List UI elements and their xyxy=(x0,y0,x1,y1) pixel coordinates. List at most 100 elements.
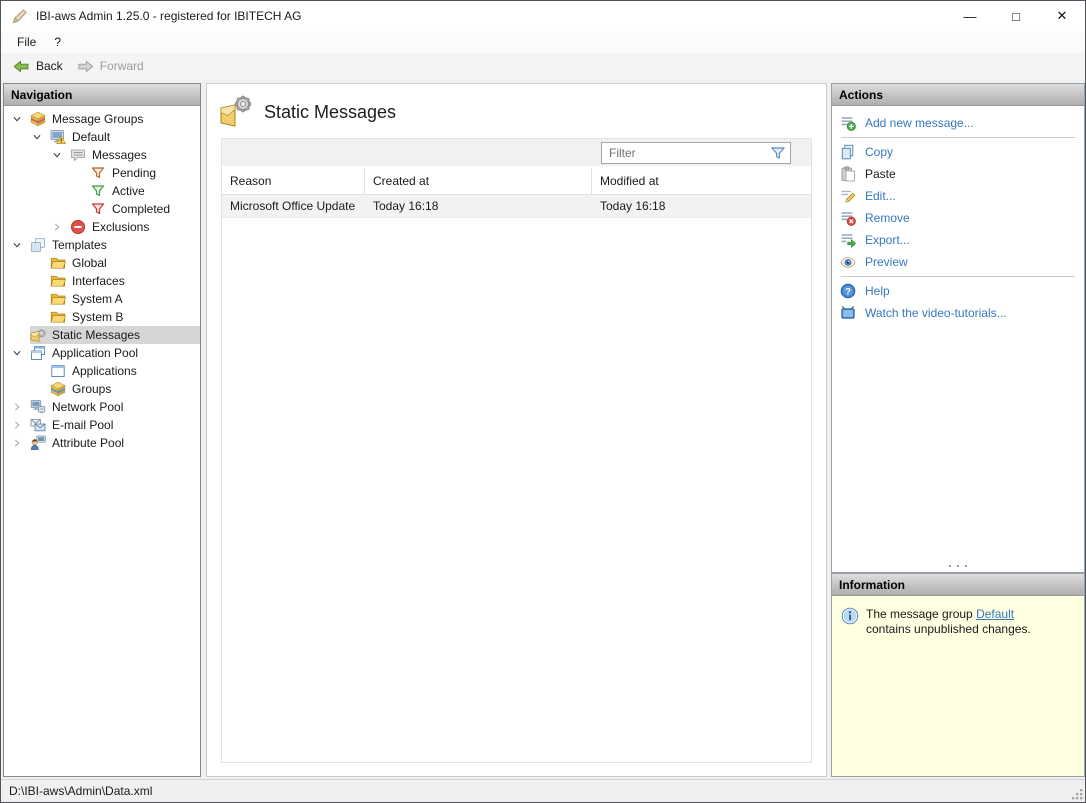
chevron-right-icon[interactable] xyxy=(10,436,30,450)
app-window: IBI-aws Admin 1.25.0 - registered for IB… xyxy=(0,0,1086,803)
tree-item-system-a[interactable]: System A xyxy=(10,290,200,308)
table-empty-area xyxy=(222,218,811,762)
window-title: IBI-aws Admin 1.25.0 - registered for IB… xyxy=(36,9,302,23)
minimize-button[interactable]: — xyxy=(947,1,993,31)
tree-item-pending[interactable]: Pending xyxy=(10,164,200,182)
network-pool-icon xyxy=(30,399,46,415)
forward-arrow-icon xyxy=(77,59,95,74)
filter-input[interactable] xyxy=(602,145,769,160)
column-header-created-at[interactable]: Created at xyxy=(365,168,592,194)
action-watch-the-video-tutorials[interactable]: Watch the video-tutorials... xyxy=(832,302,1084,324)
chevron-right-icon[interactable] xyxy=(10,400,30,414)
information-message: The message group Default contains unpub… xyxy=(866,607,1062,637)
menu-bar: File ? xyxy=(1,31,1085,53)
action-add-new-message[interactable]: Add new message... xyxy=(832,112,1084,134)
action-paste[interactable]: Paste xyxy=(832,163,1084,185)
application-pool-icon xyxy=(30,345,46,361)
tree-item-groups[interactable]: Groups xyxy=(10,380,200,398)
menu-help[interactable]: ? xyxy=(46,33,71,52)
tree-item-system-b[interactable]: System B xyxy=(10,308,200,326)
tree-item-body: Completed xyxy=(90,200,200,218)
chevron-down-icon[interactable] xyxy=(50,148,70,162)
table-body: Microsoft Office Update Today 16:18 Today … xyxy=(222,195,811,218)
tree-item-applications[interactable]: Applications xyxy=(10,362,200,380)
tree-item-body: E-mail Pool xyxy=(30,416,200,434)
tree-item-label: Application Pool xyxy=(52,346,139,360)
tree-item-label: Exclusions xyxy=(92,220,150,234)
tree-item-default[interactable]: Default xyxy=(10,128,200,146)
tree-item-label: Interfaces xyxy=(72,274,125,288)
navigation-header: Navigation xyxy=(4,84,200,106)
filter-funnel-icon[interactable] xyxy=(769,144,787,162)
chevron-down-icon[interactable] xyxy=(10,112,30,126)
action-edit[interactable]: Edit... xyxy=(832,185,1084,207)
chevron-down-icon[interactable] xyxy=(10,238,30,252)
status-bar: D:\IBI-aws\Admin\Data.xml xyxy=(1,779,1085,802)
chevron-right-icon[interactable] xyxy=(10,418,30,432)
tree-item-templates[interactable]: Templates xyxy=(10,236,200,254)
column-header-modified-at[interactable]: Modified at xyxy=(592,168,811,194)
tree-item-network-pool[interactable]: Network Pool xyxy=(10,398,200,416)
tree-item-label: Default xyxy=(72,130,111,144)
tree-item-body: Applications xyxy=(50,362,200,380)
application-icon xyxy=(50,363,66,379)
navigation-tree: Message Groups Default Messages Pending Acti… xyxy=(4,106,200,776)
tree-item-completed[interactable]: Completed xyxy=(10,200,200,218)
email-pool-icon xyxy=(30,417,46,433)
panel-splitter-handle[interactable] xyxy=(832,560,1084,572)
action-label: Copy xyxy=(865,145,894,159)
toolbar: Back Forward xyxy=(1,53,1085,80)
action-copy[interactable]: Copy xyxy=(832,141,1084,163)
chevron-right-icon[interactable] xyxy=(50,220,70,234)
tree-item-body: Pending xyxy=(90,164,200,182)
funnel-active-icon xyxy=(90,183,106,199)
folder-icon xyxy=(50,273,66,289)
tree-item-e-mail-pool[interactable]: E-mail Pool xyxy=(10,416,200,434)
tree-item-exclusions[interactable]: Exclusions xyxy=(10,218,200,236)
action-label: Help xyxy=(865,284,890,298)
action-label: Preview xyxy=(865,255,908,269)
action-remove[interactable]: Remove xyxy=(832,207,1084,229)
back-arrow-icon xyxy=(13,59,31,74)
copy-icon xyxy=(840,144,856,160)
tree-item-label: E-mail Pool xyxy=(52,418,114,432)
tree-item-body: Groups xyxy=(50,380,200,398)
forward-button[interactable]: Forward xyxy=(70,57,151,76)
tree-item-body: Messages xyxy=(70,146,200,164)
add-message-icon xyxy=(840,115,856,131)
action-preview[interactable]: Preview xyxy=(832,251,1084,273)
content-area: Navigation Message Groups Default Messages… xyxy=(1,79,1085,779)
tree-item-messages[interactable]: Messages xyxy=(10,146,200,164)
action-export[interactable]: Export... xyxy=(832,229,1084,251)
chevron-down-icon[interactable] xyxy=(30,130,50,144)
tree-item-interfaces[interactable]: Interfaces xyxy=(10,272,200,290)
maximize-button[interactable]: □ xyxy=(993,1,1039,31)
tree-item-message-groups[interactable]: Message Groups xyxy=(10,110,200,128)
tree-item-attribute-pool[interactable]: Attribute Pool xyxy=(10,434,200,452)
tree-item-global[interactable]: Global xyxy=(10,254,200,272)
back-button[interactable]: Back xyxy=(6,57,70,76)
tree-item-label: Templates xyxy=(52,238,107,252)
actions-divider xyxy=(841,137,1075,138)
column-header-reason[interactable]: Reason xyxy=(222,168,365,194)
info-message-suffix: contains unpublished changes. xyxy=(866,622,1031,636)
default-group-link[interactable]: Default xyxy=(976,607,1014,621)
actions-panel: Actions Add new message... Copy Paste Edit.… xyxy=(831,83,1085,573)
resize-grip[interactable] xyxy=(1071,788,1084,801)
tree-item-static-messages[interactable]: Static Messages xyxy=(10,326,200,344)
table-row[interactable]: Microsoft Office Update Today 16:18 Today … xyxy=(222,195,811,218)
menu-file[interactable]: File xyxy=(9,33,46,52)
close-button[interactable]: ✕ xyxy=(1039,1,1085,31)
cell-reason: Microsoft Office Update xyxy=(230,199,356,213)
chevron-down-icon[interactable] xyxy=(10,346,30,360)
forward-label: Forward xyxy=(99,59,144,73)
tree-item-active[interactable]: Active xyxy=(10,182,200,200)
tree-item-label: Static Messages xyxy=(52,328,141,342)
info-icon xyxy=(841,607,859,625)
tree-item-application-pool[interactable]: Application Pool xyxy=(10,344,200,362)
help-icon: ? xyxy=(840,283,856,299)
action-help[interactable]: ? Help xyxy=(832,280,1084,302)
